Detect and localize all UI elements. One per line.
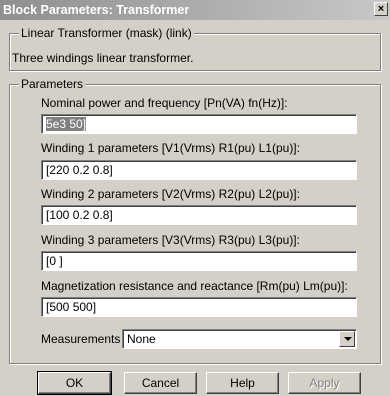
nominal-power-value: 5e3 50] [46, 117, 87, 131]
description-text: Three windings linear transformer. [12, 51, 194, 65]
nominal-power-label: Nominal power and frequency [Pn(VA) fn(H… [41, 96, 288, 110]
dropdown-button[interactable] [339, 331, 355, 347]
measurements-selected-value: None [127, 332, 156, 346]
magnetization-label: Magnetization resistance and reactance [… [41, 279, 348, 293]
ok-button[interactable]: OK [37, 371, 112, 395]
winding1-input[interactable]: [220 0.2 0.8] [41, 160, 357, 180]
nominal-power-input[interactable]: 5e3 50] [41, 114, 357, 134]
description-legend: Linear Transformer (mask) (link) [19, 26, 194, 40]
title-bar[interactable]: Block Parameters: Transformer × [0, 0, 390, 20]
measurements-select[interactable]: None [122, 329, 357, 349]
winding2-input[interactable]: [100 0.2 0.8] [41, 205, 357, 225]
measurements-label: Measurements [41, 332, 121, 346]
magnetization-input[interactable]: [500 500] [41, 297, 357, 317]
parameters-legend: Parameters [19, 77, 86, 91]
winding2-label: Winding 2 parameters [V2(Vrms) R2(pu) L2… [41, 187, 300, 201]
winding3-input[interactable]: [0 ] [41, 251, 357, 271]
apply-button[interactable]: Apply [288, 372, 361, 394]
winding3-label: Winding 3 parameters [V3(Vrms) R3(pu) L3… [41, 233, 300, 247]
window-title: Block Parameters: Transformer [3, 3, 190, 17]
cancel-button[interactable]: Cancel [124, 372, 197, 394]
help-button[interactable]: Help [206, 372, 279, 394]
close-icon[interactable]: × [374, 2, 388, 16]
chevron-down-icon [344, 337, 352, 341]
winding1-label: Winding 1 parameters [V1(Vrms) R1(pu) L1… [41, 141, 300, 155]
